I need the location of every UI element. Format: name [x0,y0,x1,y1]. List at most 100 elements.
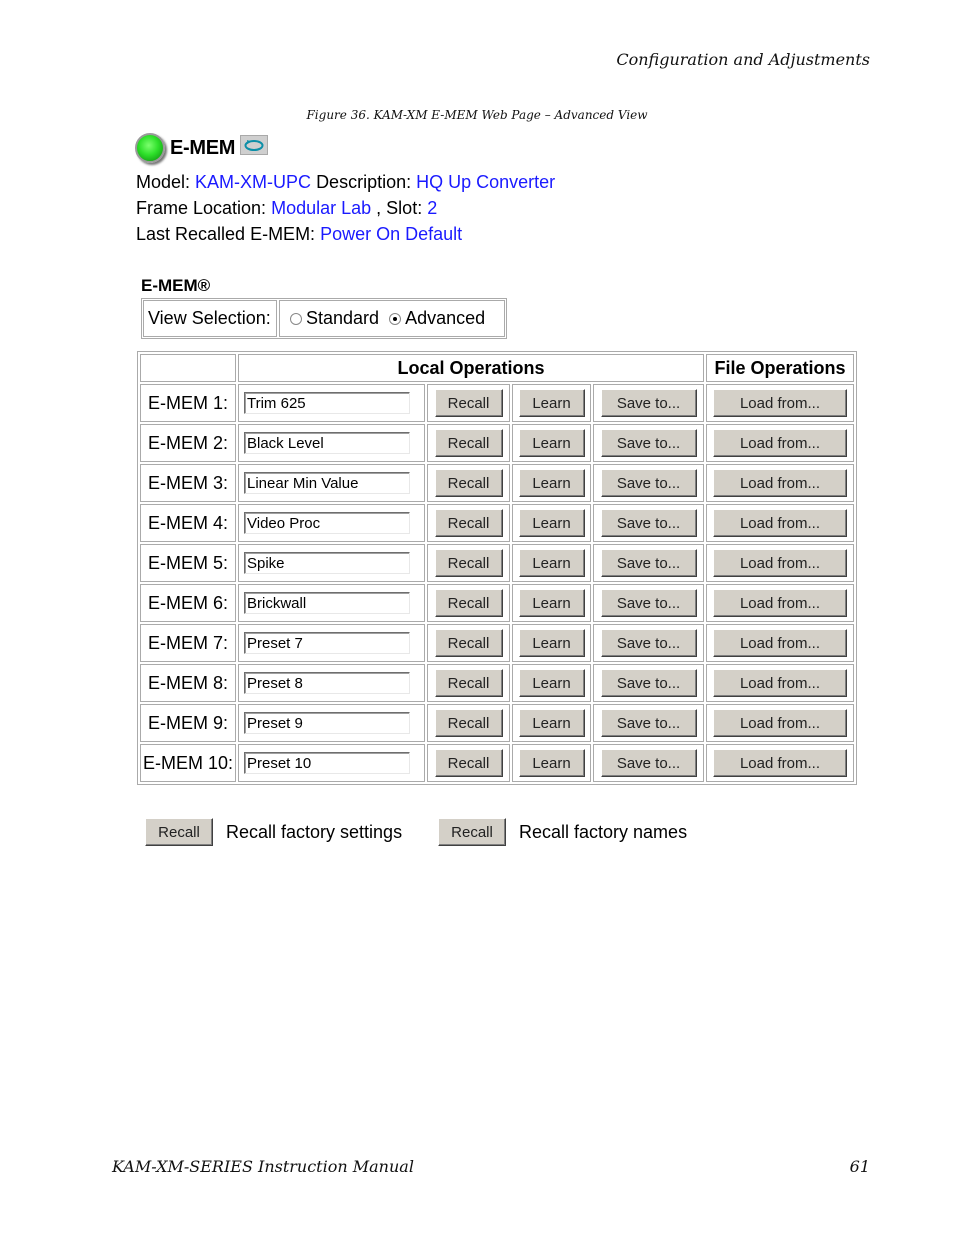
learn-button[interactable]: Learn [518,469,585,497]
load-from-button[interactable]: Load from... [713,429,847,457]
recall-button[interactable]: Recall [434,469,503,497]
save-cell: Save to... [593,464,704,502]
recall-button[interactable]: Recall [434,389,503,417]
model-line: Model: KAM-XM-UPC Description: HQ Up Con… [136,169,555,195]
emem-name-input[interactable] [244,672,410,694]
learn-button[interactable]: Learn [518,429,585,457]
header-blank [140,354,236,382]
view-selection: View Selection: Standard Advanced [141,298,507,339]
recall-factory-names-label: Recall factory names [519,821,688,842]
last-recalled-label: Last Recalled E-MEM: [136,224,316,244]
save-to-button[interactable]: Save to... [600,629,697,657]
view-options: Standard Advanced [279,300,505,337]
table-row: E-MEM 10: Recall Learn Save to... Load from.… [140,744,854,782]
save-to-button[interactable]: Save to... [600,549,697,577]
load-cell: Load from... [706,664,854,702]
emem-name-cell [238,704,425,742]
load-from-button[interactable]: Load from... [713,629,847,657]
save-to-button[interactable]: Save to... [600,709,697,737]
emem-name-input[interactable] [244,712,410,734]
emem-name-input[interactable] [244,392,410,414]
emem-slot-label: E-MEM 1: [140,384,236,422]
recall-button[interactable]: Recall [434,709,503,737]
save-cell: Save to... [593,504,704,542]
frame-line: Frame Location: Modular Lab , Slot: 2 [136,195,437,221]
learn-button[interactable]: Learn [518,549,585,577]
emem-name-input[interactable] [244,552,410,574]
learn-button[interactable]: Learn [518,389,585,417]
save-to-button[interactable]: Save to... [600,429,697,457]
radio-standard-label[interactable]: Standard [306,308,379,329]
recall-button[interactable]: Recall [434,429,503,457]
recall-cell: Recall [427,744,510,782]
emem-name-input[interactable] [244,632,410,654]
manual-title: KAM-XM-SERIES Instruction Manual [112,1157,414,1176]
learn-button[interactable]: Learn [518,589,585,617]
emem-name-input[interactable] [244,752,410,774]
table-row: E-MEM 1: Recall Learn Save to... Load from..… [140,384,854,422]
recall-button[interactable]: Recall [434,749,503,777]
load-from-button[interactable]: Load from... [713,549,847,577]
last-recalled-value: Power On Default [320,224,463,244]
learn-cell: Learn [512,424,591,462]
save-cell: Save to... [593,544,704,582]
load-from-button[interactable]: Load from... [713,469,847,497]
frame-location-value: Modular Lab [271,198,372,218]
save-cell: Save to... [593,424,704,462]
emem-name-cell [238,744,425,782]
learn-button[interactable]: Learn [518,629,585,657]
view-selection-label: View Selection: [143,300,277,337]
load-from-button[interactable]: Load from... [713,589,847,617]
recall-button[interactable]: Recall [434,549,503,577]
load-cell: Load from... [706,704,854,742]
save-to-button[interactable]: Save to... [600,469,697,497]
radio-advanced-label[interactable]: Advanced [405,308,485,329]
slot-value: 2 [427,198,438,218]
save-to-button[interactable]: Save to... [600,389,697,417]
load-from-button[interactable]: Load from... [713,669,847,697]
load-from-button[interactable]: Load from... [713,709,847,737]
load-from-button[interactable]: Load from... [713,509,847,537]
emem-name-input[interactable] [244,592,410,614]
recall-button[interactable]: Recall [434,629,503,657]
save-to-button[interactable]: Save to... [600,589,697,617]
emem-name-input[interactable] [244,512,410,534]
table-row: E-MEM 5: Recall Learn Save to... Load from..… [140,544,854,582]
load-from-button[interactable]: Load from... [713,389,847,417]
recall-button[interactable]: Recall [434,589,503,617]
recall-button[interactable]: Recall [434,669,503,697]
save-to-button[interactable]: Save to... [600,749,697,777]
learn-button[interactable]: Learn [518,669,585,697]
table-row: E-MEM 7: Recall Learn Save to... Load from..… [140,624,854,662]
learn-button[interactable]: Learn [518,509,585,537]
emem-name-cell [238,424,425,462]
refresh-icon [244,140,264,151]
save-to-button[interactable]: Save to... [600,509,697,537]
figure-caption: Figure 36. KAM-XM E-MEM Web Page – Advan… [0,108,954,122]
emem-slot-label: E-MEM 2: [140,424,236,462]
learn-button[interactable]: Learn [518,749,585,777]
refresh-button[interactable] [240,135,269,155]
emem-slot-label: E-MEM 3: [140,464,236,502]
emem-name-cell [238,624,425,662]
emem-name-input[interactable] [244,472,410,494]
save-to-button[interactable]: Save to... [600,669,697,697]
load-cell: Load from... [706,464,854,502]
recall-button[interactable]: Recall [434,509,503,537]
save-cell: Save to... [593,384,704,422]
recall-factory-settings-button[interactable]: Recall [145,818,213,846]
learn-cell: Learn [512,544,591,582]
emem-name-input[interactable] [244,432,410,454]
recall-cell: Recall [427,624,510,662]
recall-cell: Recall [427,464,510,502]
page-number: 61 [849,1157,870,1176]
factory-controls: Recall Recall factory settings Recall Re… [145,818,687,846]
learn-cell: Learn [512,664,591,702]
recall-factory-names-button[interactable]: Recall [438,818,506,846]
radio-standard[interactable] [290,312,302,325]
load-from-button[interactable]: Load from... [713,749,847,777]
save-cell: Save to... [593,584,704,622]
radio-advanced[interactable] [389,312,402,325]
load-cell: Load from... [706,744,854,782]
learn-button[interactable]: Learn [518,709,585,737]
